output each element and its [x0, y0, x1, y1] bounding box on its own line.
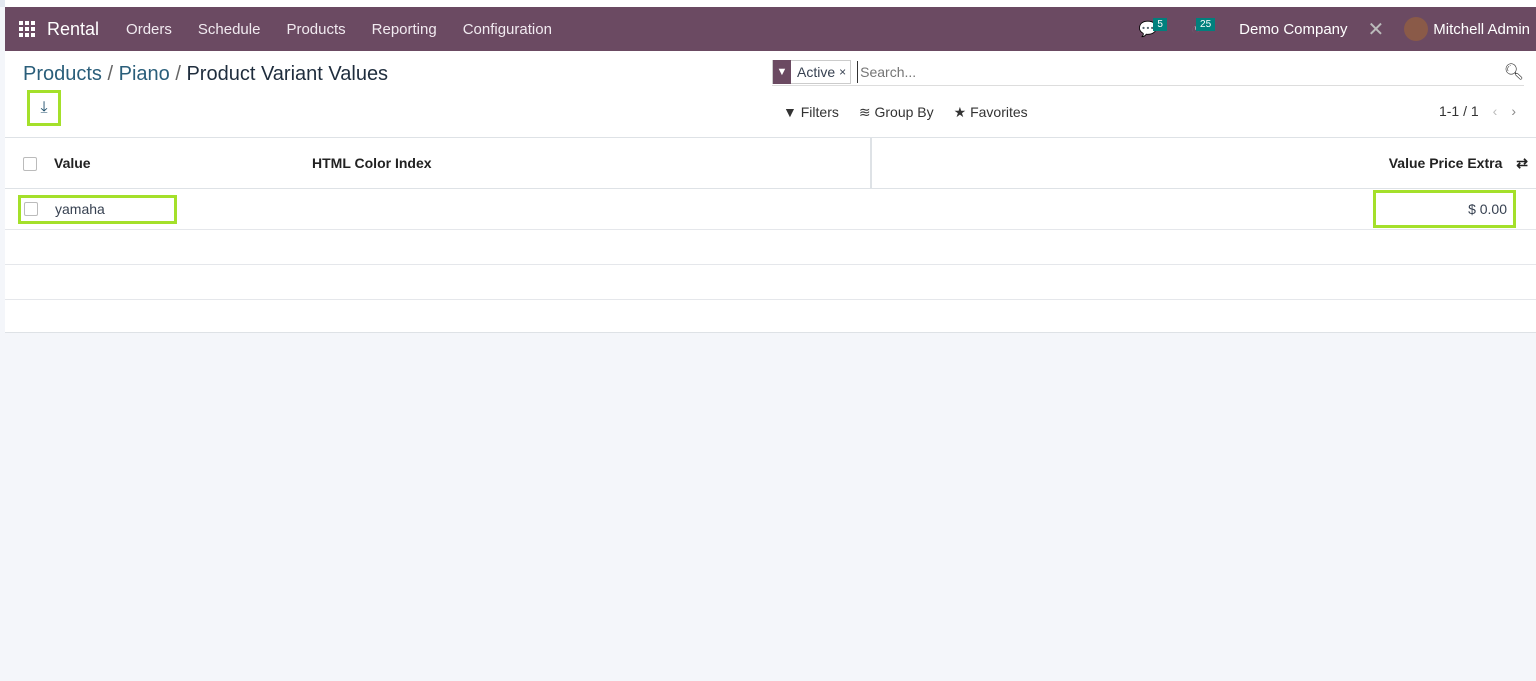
download-button[interactable]: ⤓: [27, 90, 61, 126]
user-menu[interactable]: Mitchell Admin: [1404, 17, 1530, 41]
table-header: Value HTML Color Index Value Price Extra…: [5, 137, 1536, 189]
favorites-button[interactable]: ★ Favorites: [954, 104, 1028, 121]
next-page-icon[interactable]: ›: [1511, 103, 1516, 119]
filters-label: Filters: [800, 104, 839, 120]
list-table: Value HTML Color Index Value Price Extra…: [5, 137, 1536, 335]
breadcrumb: Products / Piano / Product Variant Value…: [23, 63, 388, 86]
remove-facet-icon[interactable]: ×: [839, 65, 850, 79]
menu-schedule[interactable]: Schedule: [198, 21, 261, 38]
column-value[interactable]: Value: [53, 137, 311, 189]
row-checkbox[interactable]: [24, 202, 38, 216]
prev-page-icon[interactable]: ‹: [1493, 103, 1498, 119]
empty-row: [5, 264, 1536, 300]
app-name[interactable]: Rental: [47, 19, 99, 40]
company-switcher[interactable]: Demo Company: [1239, 21, 1347, 38]
group-by-label: Group By: [874, 104, 934, 120]
column-label: Value Price Extra: [1388, 154, 1503, 171]
navbar: Rental Orders Schedule Products Reportin…: [5, 7, 1536, 51]
cell-price-extra: $ 0.00: [1373, 190, 1516, 228]
facet-label: Active: [797, 63, 836, 80]
cell-value: yamaha: [55, 201, 105, 217]
user-name: Mitchell Admin: [1433, 20, 1530, 38]
pager: 1-1 / 1 ‹ ›: [1439, 103, 1516, 119]
filters-button[interactable]: ▼ Filters: [783, 104, 839, 121]
search-input[interactable]: [857, 60, 1504, 83]
tools-icon[interactable]: ✕: [1368, 17, 1385, 42]
search-bar: ▼ Active × 🔍︎: [772, 58, 1524, 86]
pager-value[interactable]: 1-1 / 1: [1439, 103, 1479, 119]
menu-products[interactable]: Products: [286, 21, 345, 38]
page-title: Product Variant Values: [186, 63, 389, 85]
search-icon[interactable]: 🔍︎: [1504, 62, 1524, 82]
empty-row: [5, 229, 1536, 265]
activities-badge: 25: [1196, 17, 1216, 31]
activities-button[interactable]: ◔25: [1191, 17, 1219, 38]
empty-row: [5, 300, 1536, 335]
optional-columns-icon[interactable]: ⇄: [1516, 155, 1528, 171]
main-content: Products / Piano / Product Variant Value…: [5, 51, 1536, 333]
apps-menu-icon[interactable]: [19, 21, 35, 37]
messages-badge: 5: [1153, 18, 1167, 31]
menu-reporting[interactable]: Reporting: [372, 21, 437, 38]
favorites-label: Favorites: [970, 104, 1028, 120]
search-options: ▼ Filters ≋ Group By ★ Favorites: [783, 104, 1028, 121]
breadcrumb-sep: /: [175, 63, 181, 85]
table-row[interactable]: yamaha $ 0.00: [5, 188, 1536, 230]
column-html-color-index[interactable]: HTML Color Index: [311, 137, 872, 189]
browser-strip: [0, 0, 1536, 7]
breadcrumb-sep: /: [107, 63, 114, 85]
download-icon: ⤓: [40, 99, 48, 116]
menu-configuration[interactable]: Configuration: [463, 21, 552, 38]
cell-color-index: [311, 188, 871, 230]
filter-facet: ▼ Active ×: [772, 59, 852, 84]
filter-icon: ▼: [773, 59, 791, 84]
group-by-button[interactable]: ≋ Group By: [859, 104, 934, 121]
menu-orders[interactable]: Orders: [126, 21, 172, 38]
breadcrumb-piano[interactable]: Piano: [119, 63, 170, 85]
messages-button[interactable]: 💬5: [1139, 18, 1171, 38]
select-all-checkbox[interactable]: [23, 157, 37, 172]
avatar: [1404, 17, 1429, 41]
breadcrumb-products[interactable]: Products: [23, 63, 102, 85]
column-value-price-extra[interactable]: Value Price Extra ⇄: [871, 137, 1536, 189]
